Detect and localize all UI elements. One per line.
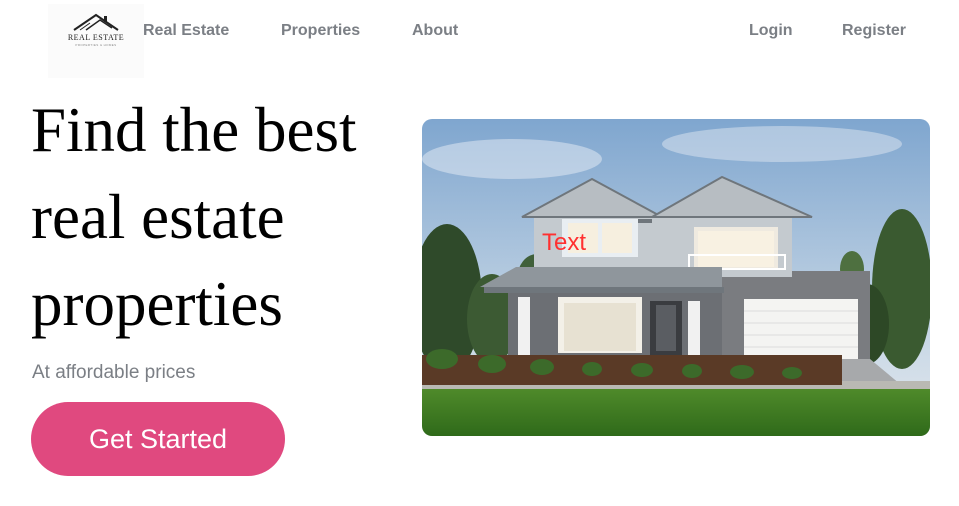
image-overlay-text: Text: [542, 229, 587, 256]
nav-link-about[interactable]: About: [412, 22, 458, 40]
hero-title-line: Find the best: [31, 95, 357, 165]
house-roof-icon: [73, 13, 119, 31]
hero-subtitle: At affordable prices: [32, 362, 196, 383]
logo-text: REAL ESTATE: [67, 33, 125, 42]
hero-title: Find the best real estate properties: [31, 87, 411, 348]
get-started-button[interactable]: Get Started: [31, 402, 285, 476]
house-photo: Text: [422, 119, 930, 436]
nav-link-real-estate[interactable]: Real Estate: [143, 22, 229, 40]
hero-title-line: real estate: [31, 182, 285, 252]
nav-link-properties[interactable]: Properties: [281, 22, 360, 40]
logo[interactable]: REAL ESTATE PROPERTIES & HOMES: [48, 4, 144, 78]
nav-link-login[interactable]: Login: [749, 22, 793, 40]
logo-subtext: PROPERTIES & HOMES: [75, 43, 117, 47]
nav-link-register[interactable]: Register: [842, 22, 906, 40]
hero-title-line: properties: [31, 269, 283, 339]
